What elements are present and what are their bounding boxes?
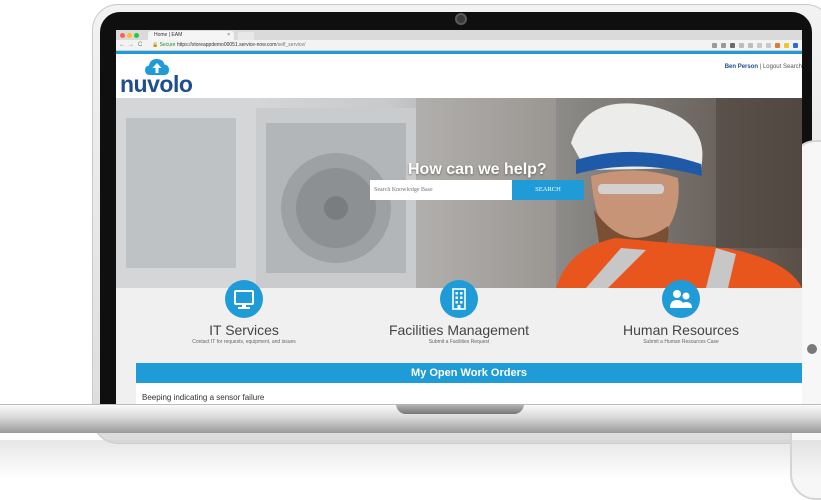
laptop-screen: Home | EAM × ← → C 🔒 Secure https://stor… bbox=[116, 30, 802, 406]
reload-icon[interactable]: C bbox=[138, 40, 142, 51]
service-title: IT Services bbox=[209, 322, 279, 338]
list-item[interactable]: Beeping indicating a sensor failure bbox=[142, 393, 264, 402]
building-icon bbox=[452, 288, 466, 310]
minimize-window-button[interactable] bbox=[127, 33, 132, 38]
monitor-icon bbox=[234, 290, 254, 309]
service-subtitle: Submit a Facilities Request bbox=[428, 339, 490, 345]
back-icon[interactable]: ← bbox=[119, 40, 125, 51]
close-window-button[interactable] bbox=[120, 33, 125, 38]
close-icon[interactable]: × bbox=[227, 31, 230, 40]
work-orders-heading: My Open Work Orders bbox=[136, 363, 802, 383]
service-title: Human Resources bbox=[623, 322, 739, 338]
site-logo[interactable]: nuvolo bbox=[120, 72, 193, 96]
extension-icon[interactable] bbox=[757, 43, 762, 48]
service-title: Facilities Management bbox=[388, 322, 530, 338]
service-hr[interactable]: Human Resources Submit a Human Resources… bbox=[571, 280, 791, 345]
services-section: IT Services Contact IT for requests, equ… bbox=[116, 280, 802, 406]
hero-banner: How can we help? SEARCH bbox=[116, 98, 802, 288]
star-icon[interactable] bbox=[721, 43, 726, 48]
new-tab-button[interactable] bbox=[238, 32, 254, 40]
knowledge-search-input[interactable] bbox=[370, 180, 512, 200]
service-icon-circle bbox=[440, 280, 478, 318]
header-search-link[interactable]: Search bbox=[783, 64, 802, 70]
work-orders-panel: My Open Work Orders Beeping indicating a… bbox=[136, 363, 802, 406]
maximize-window-button[interactable] bbox=[134, 33, 139, 38]
lock-icon: 🔒 bbox=[152, 42, 159, 48]
search-button[interactable]: SEARCH bbox=[512, 180, 584, 200]
extension-icon[interactable] bbox=[748, 43, 753, 48]
browser-tab-bar: Home | EAM × bbox=[116, 30, 802, 40]
service-icon-circle bbox=[225, 280, 263, 318]
user-name-link[interactable]: Ben Person bbox=[725, 64, 758, 70]
webcam bbox=[455, 13, 467, 25]
browser-tab[interactable]: Home | EAM × bbox=[148, 31, 234, 40]
forward-icon[interactable]: → bbox=[128, 40, 134, 51]
people-icon bbox=[670, 290, 692, 308]
secure-label: Secure bbox=[159, 42, 176, 48]
url-field[interactable]: 🔒 Secure https://storeappdemo00051.servi… bbox=[152, 41, 306, 50]
service-it[interactable]: IT Services Contact IT for requests, equ… bbox=[134, 280, 354, 345]
logout-link[interactable]: Logout bbox=[763, 64, 781, 70]
extension-icon[interactable] bbox=[793, 43, 798, 48]
browser-address-bar: ← → C 🔒 Secure https://storeappdemo00051… bbox=[116, 40, 802, 51]
zoom-icon[interactable] bbox=[712, 43, 717, 48]
service-facilities[interactable]: Facilities Management Submit a Facilitie… bbox=[349, 280, 569, 345]
extension-icon[interactable] bbox=[784, 43, 789, 48]
extension-icon[interactable] bbox=[775, 43, 780, 48]
service-subtitle: Submit a Human Resources Case bbox=[643, 339, 719, 345]
laptop-base-notch bbox=[396, 404, 524, 414]
service-subtitle: Contact IT for requests, equipment, and … bbox=[192, 339, 296, 345]
url-path: /self_service/ bbox=[276, 42, 306, 48]
service-icon-circle bbox=[662, 280, 700, 318]
laptop-reflection bbox=[0, 440, 821, 479]
hero-title: How can we help? bbox=[408, 161, 547, 178]
tablet-home-button bbox=[807, 344, 817, 354]
extension-icon[interactable] bbox=[766, 43, 771, 48]
extension-icon[interactable] bbox=[730, 43, 735, 48]
site-header: nuvolo Ben Person | Logout Search bbox=[116, 54, 802, 98]
tab-title: Home | EAM bbox=[154, 32, 183, 38]
user-menu: Ben Person | Logout Search bbox=[725, 64, 802, 70]
url-host: https://storeappdemo00051.service-now.co… bbox=[176, 42, 277, 48]
separator: | bbox=[759, 64, 762, 70]
extension-icon[interactable] bbox=[739, 43, 744, 48]
